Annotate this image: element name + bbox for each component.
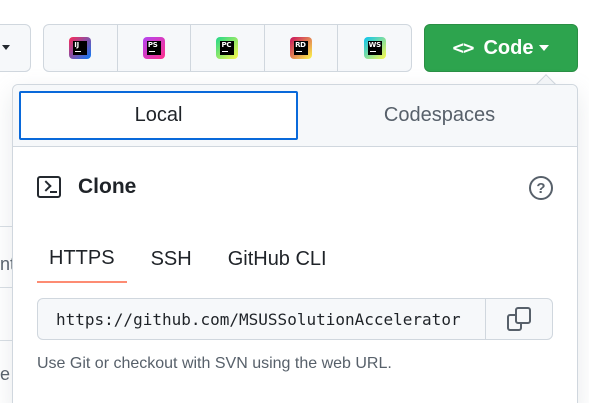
- tab-https[interactable]: HTTPS: [37, 235, 127, 283]
- file-list-edge: nt e: [0, 120, 15, 403]
- clone-url-input[interactable]: https://github.com/MSUSSolutionAccelerat…: [38, 299, 485, 339]
- clone-url-field: https://github.com/MSUSSolutionAccelerat…: [37, 298, 553, 340]
- clone-title: Clone: [78, 175, 137, 198]
- webstorm-icon: WS: [363, 37, 386, 59]
- tab-codespaces[interactable]: Codespaces: [302, 85, 577, 146]
- code-button-label: Code: [483, 36, 534, 59]
- code-icon: <>: [452, 37, 475, 59]
- copy-url-button[interactable]: [485, 299, 552, 339]
- branch-dropdown-button[interactable]: [0, 24, 31, 72]
- clone-hint-text: Use Git or checkout with SVN using the w…: [37, 355, 392, 372]
- rider-icon: RD: [290, 37, 313, 59]
- chevron-down-icon: [2, 45, 10, 50]
- divider: [0, 226, 12, 227]
- code-button[interactable]: <> Code: [424, 24, 578, 72]
- open-in-phpstorm-button[interactable]: PS: [118, 25, 192, 71]
- open-in-intellij-button[interactable]: IJ: [44, 25, 118, 71]
- chevron-down-icon: [539, 45, 550, 51]
- clone-header: Clone: [37, 175, 136, 199]
- protocol-tabs: HTTPS SSH GitHub CLI: [37, 235, 577, 285]
- open-in-pycharm-button[interactable]: PC: [191, 25, 265, 71]
- divider: [0, 340, 12, 341]
- divider: [0, 287, 12, 288]
- open-in-ide-group: IJ PS PC RD WS: [43, 24, 412, 72]
- background-text: e: [0, 364, 11, 384]
- tab-local[interactable]: Local: [19, 91, 298, 140]
- open-in-webstorm-button[interactable]: WS: [338, 25, 411, 71]
- tab-ssh[interactable]: SSH: [127, 235, 204, 283]
- help-icon[interactable]: ?: [529, 176, 553, 200]
- dropdown-tabs: Local Codespaces: [13, 85, 577, 147]
- tab-github-cli[interactable]: GitHub CLI: [204, 235, 339, 283]
- terminal-icon: [37, 176, 61, 198]
- copy-icon: [507, 307, 531, 331]
- open-in-rider-button[interactable]: RD: [265, 25, 339, 71]
- pycharm-icon: PC: [216, 37, 239, 59]
- phpstorm-icon: PS: [142, 37, 165, 59]
- intellij-idea-icon: IJ: [69, 37, 92, 59]
- clone-dropdown: Local Codespaces Clone ? HTTPS SSH GitHu…: [12, 84, 578, 403]
